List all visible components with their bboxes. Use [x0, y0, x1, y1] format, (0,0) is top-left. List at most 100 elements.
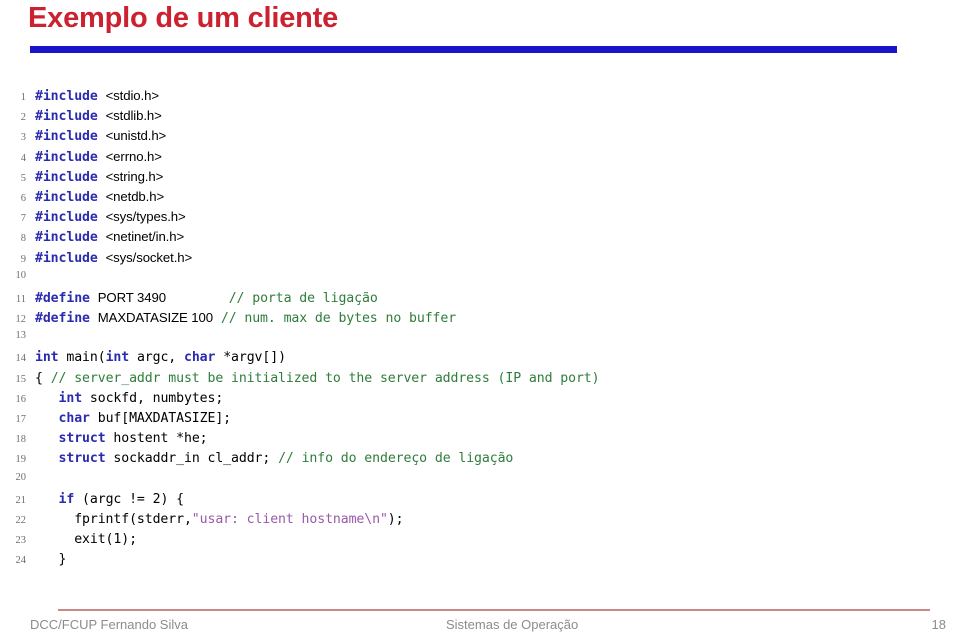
code-line: 22 fprintf(stderr,"usar: client hostname… [0, 512, 960, 532]
code-line-content: #include <stdlib.h> [26, 108, 162, 124]
code-token-txt: argc, [129, 350, 184, 366]
code-line-content: #include <netdb.h> [26, 189, 164, 205]
code-line-content: if (argc != 2) { [26, 491, 185, 507]
code-token-sans: PORT 3490 [97, 289, 166, 305]
code-token-pre: #include [35, 89, 98, 104]
code-token-pre: #include [35, 230, 98, 246]
code-token-txt: ); [387, 511, 404, 527]
code-token-txt: sockaddr_in cl_addr; [105, 451, 279, 467]
code-line-number: 9 [20, 253, 26, 265]
code-token-cmt: // server_addr must be initialized to th… [50, 370, 600, 386]
code-token-sans: <unistd.h> [105, 128, 167, 144]
code-token-sans: <sys/socket.h> [105, 249, 193, 265]
code-token-cmt: // porta de ligação [228, 290, 378, 306]
code-line-number: 10 [15, 269, 27, 281]
code-token-sans: <stdio.h> [105, 88, 159, 103]
code-line-content: #define MAXDATASIZE 100 // num. max de b… [26, 310, 456, 326]
code-token-txt: buf[MAXDATASIZE]; [89, 411, 232, 426]
code-token-txt: fprintf(stderr, [35, 511, 192, 527]
code-line-content: int sockfd, numbytes; [26, 390, 224, 406]
page-title: Exemplo de um cliente [28, 2, 339, 34]
code-listing: 1 #include <stdio.h> 2 #include <stdlib.h> 3… [0, 88, 960, 573]
code-token-pre: #define [35, 311, 90, 327]
code-line: 23 exit(1); [0, 532, 960, 552]
footer-subject: Sistemas de Operação [446, 617, 579, 632]
code-token-txt: hostent *he; [105, 431, 208, 447]
code-line: 24 } [0, 552, 960, 572]
code-token-pre: #include [35, 210, 98, 226]
code-token-pre: #include [35, 149, 98, 165]
code-token-kw: struct [58, 451, 106, 467]
code-token-kw: int [58, 390, 83, 406]
code-line: 3 #include <unistd.h> [0, 128, 960, 148]
code-token-pre: #define [35, 290, 90, 306]
code-line: 5 #include <string.h> [0, 169, 960, 189]
code-line: 18 struct hostent *he; [0, 431, 960, 451]
code-token-kw: struct [58, 431, 106, 447]
code-line-number: 16 [15, 393, 27, 405]
code-line-content: #include <string.h> [26, 169, 163, 185]
code-line-number: 1 [20, 92, 26, 103]
code-line: 6 #include <netdb.h> [0, 189, 960, 209]
code-line: 13 [0, 330, 960, 350]
code-line-number: 14 [15, 353, 27, 365]
code-line-content: #include <sys/socket.h> [26, 250, 192, 266]
footer-divider [58, 609, 930, 611]
code-token-sans: <sys/types.h> [105, 209, 186, 225]
footer: DCC/FCUP Fernando Silva Sistemas de Oper… [0, 616, 960, 638]
code-token-pre: #include [35, 109, 98, 125]
code-line: 4 #include <errno.h> [0, 149, 960, 169]
code-token-pre: #include [35, 129, 98, 145]
code-line-number: 4 [20, 152, 26, 164]
code-line-number: 8 [20, 233, 26, 245]
code-line-number: 12 [15, 314, 27, 326]
code-line-content: #define PORT 3490 // porta de ligação [26, 290, 378, 306]
code-line: 9 #include <sys/socket.h> [0, 250, 960, 270]
code-line-number: 20 [15, 471, 27, 483]
code-token-kw: char [58, 411, 90, 426]
code-line-content: struct sockaddr_in cl_addr; // info do e… [26, 451, 514, 467]
code-line: 11 #define PORT 3490 // porta de ligação [0, 290, 960, 310]
code-line: 12 #define MAXDATASIZE 100 // num. max de… [0, 310, 960, 330]
code-token-kw: if [58, 491, 75, 507]
code-line-content: struct hostent *he; [26, 431, 208, 446]
code-line-content: #include <errno.h> [26, 149, 162, 165]
code-line-content: #include <unistd.h> [26, 128, 166, 144]
code-line: 20 [0, 472, 960, 492]
code-line-number: 6 [20, 192, 26, 204]
code-line-number: 17 [15, 414, 27, 425]
code-line-number: 23 [15, 535, 27, 547]
code-line-content: #include <netinet/in.h> [26, 229, 184, 245]
code-token-txt: *argv[]) [215, 350, 286, 366]
footer-author: DCC/FCUP Fernando Silva [30, 617, 188, 632]
title-divider [30, 46, 897, 53]
code-token-sans: <string.h> [105, 168, 164, 184]
code-line-content: { // server_addr must be initialized to … [26, 370, 600, 386]
code-line: 15{ // server_addr must be initialized t… [0, 371, 960, 391]
code-token-cmt: // num. max de bytes no buffer [220, 311, 457, 327]
code-line-content: fprintf(stderr,"usar: client hostname\n"… [26, 512, 403, 527]
code-line-number: 24 [15, 555, 27, 567]
code-line-number: 11 [15, 293, 26, 305]
code-line-number: 2 [20, 112, 26, 124]
code-token-pre: #include [35, 189, 98, 205]
code-line-content: exit(1); [26, 532, 137, 547]
code-token-txt: sockfd, numbytes; [82, 390, 224, 406]
code-token-txt: } [35, 552, 67, 568]
code-token-txt: main( [58, 350, 106, 366]
code-line: 1 #include <stdio.h> [0, 88, 960, 108]
code-token-txt: exit(1); [35, 532, 137, 548]
